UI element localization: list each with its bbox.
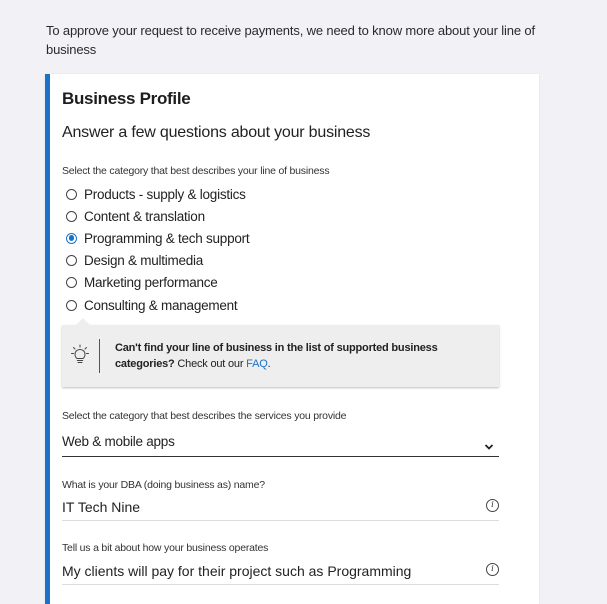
- dba-input[interactable]: [62, 496, 472, 518]
- operations-field: i: [62, 558, 499, 585]
- operations-label: Tell us a bit about how your business op…: [62, 542, 269, 554]
- radio-option-products[interactable]: Products - supply & logistics: [66, 183, 249, 205]
- faq-link[interactable]: FAQ: [246, 358, 268, 370]
- radio-label: Design & multimedia: [84, 253, 204, 269]
- faq-notice: Can't find your line of business in the …: [62, 318, 499, 387]
- notice-end-text: .: [267, 358, 271, 370]
- card-subtitle: Answer a few questions about your busine…: [62, 124, 371, 141]
- chevron-down-icon[interactable]: [484, 438, 494, 450]
- radio-button[interactable]: [66, 277, 77, 289]
- business-category-radio-group: Products - supply & logistics Content & …: [66, 183, 250, 316]
- services-select-value: Web & mobile apps: [62, 434, 175, 449]
- radio-label: Consulting & management: [84, 297, 238, 313]
- notice-plain-text: Check out our: [174, 358, 247, 370]
- dba-label: What is your DBA (doing business as) nam…: [62, 479, 265, 491]
- radio-label: Products - supply & logistics: [84, 186, 246, 202]
- dba-field: i: [62, 494, 499, 521]
- radio-option-design[interactable]: Design & multimedia: [66, 250, 249, 272]
- radio-label: Programming & tech support: [84, 230, 250, 246]
- radio-label: Marketing performance: [84, 275, 218, 291]
- business-category-label: Select the category that best describes …: [62, 165, 330, 177]
- radio-option-content[interactable]: Content & translation: [66, 205, 249, 227]
- intro-text: To approve your request to receive payme…: [46, 23, 535, 57]
- info-icon[interactable]: i: [486, 563, 499, 576]
- radio-button[interactable]: [66, 299, 77, 311]
- radio-button-selected[interactable]: [66, 232, 77, 244]
- radio-button[interactable]: [66, 188, 77, 200]
- business-profile-card: Business Profile Answer a few questions …: [45, 74, 539, 604]
- services-select[interactable]: Web & mobile apps: [62, 430, 499, 457]
- notice-text: Can't find your line of business in the …: [115, 340, 475, 372]
- notice-divider: [99, 339, 100, 373]
- radio-option-consulting[interactable]: Consulting & management: [66, 294, 249, 316]
- radio-button[interactable]: [66, 255, 77, 267]
- services-label: Select the category that best describes …: [62, 410, 347, 422]
- lightbulb-icon: [71, 344, 89, 366]
- radio-button[interactable]: [66, 210, 77, 222]
- radio-option-marketing[interactable]: Marketing performance: [66, 272, 249, 294]
- radio-option-programming[interactable]: Programming & tech support: [66, 227, 250, 249]
- card-title: Business Profile: [62, 89, 191, 108]
- operations-input[interactable]: [62, 560, 472, 582]
- notice-bold-text: Can't find your line of business in the …: [115, 342, 438, 370]
- info-icon[interactable]: i: [486, 499, 499, 512]
- radio-label: Content & translation: [84, 208, 205, 224]
